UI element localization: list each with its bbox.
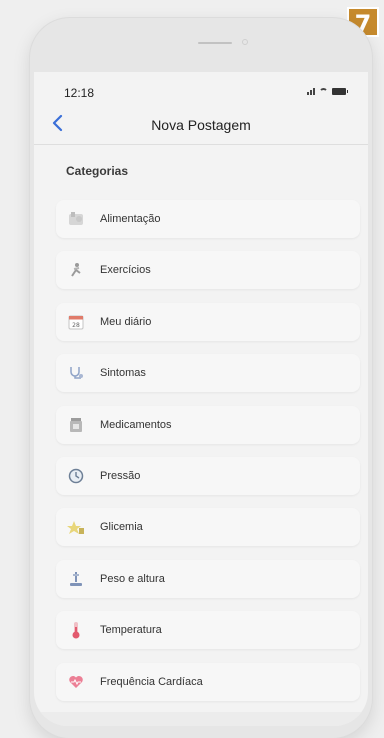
category-item-temperatura[interactable]: Temperatura [56, 611, 360, 650]
status-bar: 12:18 [64, 86, 348, 102]
category-item-sintomas[interactable]: Sintomas [56, 354, 360, 393]
heart-icon [66, 672, 86, 692]
category-item-meu-diario[interactable]: 28 Meu diário [56, 302, 360, 341]
category-item-pressao[interactable]: Pressão [56, 456, 360, 495]
category-label: Peso e altura [100, 572, 165, 585]
thermometer-icon [66, 620, 86, 640]
category-list: Alimentação Exercícios 28 Meu diário Sin… [56, 200, 360, 714]
food-icon [66, 209, 86, 229]
category-item-glicemia[interactable]: Glicemia [56, 508, 360, 547]
scale-icon [66, 569, 86, 589]
exercise-icon [66, 260, 86, 280]
stethoscope-icon [66, 363, 86, 383]
pill-bottle-icon [66, 415, 86, 435]
status-time: 12:18 [64, 86, 95, 100]
navbar-divider [34, 144, 368, 145]
front-camera [242, 39, 248, 45]
signal-icon [307, 88, 315, 95]
category-item-alimentacao[interactable]: Alimentação [56, 200, 360, 238]
category-label: Exercícios [100, 264, 151, 277]
category-label: Frequência Cardíaca [100, 675, 203, 688]
section-title: Categorias [66, 164, 129, 178]
category-item-exercicios[interactable]: Exercícios [56, 251, 360, 290]
speaker-grille [198, 42, 232, 44]
navigation-bar: Nova Postagem [34, 110, 368, 142]
calendar-icon: 28 [66, 312, 86, 332]
wifi-icon [319, 88, 328, 95]
category-item-peso-altura[interactable]: Peso e altura [56, 559, 360, 598]
category-label: Pressão [100, 469, 141, 482]
status-icons [307, 88, 348, 95]
clock-icon [66, 466, 86, 486]
page-title: Nova Postagem [151, 117, 251, 133]
category-label: Alimentação [100, 213, 161, 225]
category-label: Meu diário [100, 315, 152, 328]
category-label: Sintomas [100, 367, 146, 380]
category-label: Temperatura [100, 624, 162, 637]
category-label: Medicamentos [100, 418, 172, 431]
category-label: Glicemia [100, 521, 143, 534]
phone-frame: 12:18 Nova Postagem Categorias Alimentaç… [30, 18, 372, 738]
category-item-frequencia-cardiaca[interactable]: Frequência Cardíaca [56, 662, 360, 701]
glucose-icon [66, 517, 86, 537]
battery-icon [332, 88, 348, 95]
app-screen: 12:18 Nova Postagem Categorias Alimentaç… [34, 72, 368, 726]
svg-text:28: 28 [72, 322, 80, 329]
category-item-medicamentos[interactable]: Medicamentos [56, 405, 360, 444]
